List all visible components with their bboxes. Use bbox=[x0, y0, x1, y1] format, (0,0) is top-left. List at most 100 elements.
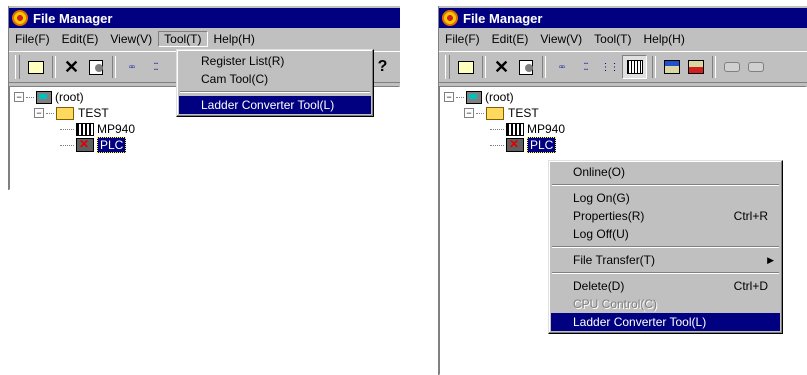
tree-node-test[interactable]: − TEST bbox=[464, 105, 539, 121]
upload-button[interactable] bbox=[684, 56, 707, 78]
menu-item-label: File Transfer(T) bbox=[573, 253, 656, 267]
window-title: File Manager bbox=[33, 10, 113, 26]
toolbar: ✕ ▫▫ ⁚⁚ ⋮⋮ bbox=[439, 51, 807, 83]
open-folder-button[interactable] bbox=[24, 56, 47, 78]
menu-bar: File(F) Edit(E) View(V) Tool(T) Help(H) bbox=[439, 30, 807, 48]
menu-separator bbox=[180, 91, 370, 93]
disabled-tool-icon bbox=[723, 62, 740, 72]
tree-label-mp940: MP940 bbox=[527, 122, 566, 136]
toolbar-separator bbox=[712, 56, 716, 78]
properties-button[interactable] bbox=[84, 56, 107, 78]
menu-file[interactable]: File(F) bbox=[439, 31, 486, 47]
open-folder-icon bbox=[457, 60, 474, 74]
tree-view-button[interactable]: ▫▫ bbox=[550, 56, 573, 78]
toolbar-separator bbox=[52, 56, 56, 78]
menu-item-ladder-converter[interactable]: Ladder Converter Tool(L) bbox=[551, 313, 780, 331]
menu-item-ladder-converter[interactable]: Ladder Converter Tool(L) bbox=[179, 96, 371, 114]
toolbar-grip[interactable] bbox=[445, 55, 450, 79]
menu-edit[interactable]: Edit(E) bbox=[486, 31, 535, 47]
disabled-tool-icon bbox=[747, 62, 764, 72]
toolbar-separator bbox=[652, 56, 656, 78]
menu-help[interactable]: Help(H) bbox=[208, 31, 261, 47]
tree-node-root[interactable]: − (root) bbox=[14, 89, 84, 105]
tree-node-test[interactable]: − TEST bbox=[34, 105, 109, 121]
list-view-icon: ⁚⁚ bbox=[583, 61, 588, 73]
tree-node-plc[interactable]: PLC bbox=[490, 137, 557, 153]
open-folder-button[interactable] bbox=[454, 56, 477, 78]
delete-button[interactable]: ✕ bbox=[60, 56, 83, 78]
help-button[interactable]: ? bbox=[371, 56, 394, 78]
tree-view-icon: ▫▫ bbox=[128, 61, 135, 73]
tree-label-plc: PLC bbox=[97, 137, 127, 153]
upload-icon bbox=[687, 60, 704, 74]
menu-item-file-transfer[interactable]: File Transfer(T) ▶ bbox=[551, 251, 780, 269]
delete-button[interactable]: ✕ bbox=[490, 56, 513, 78]
tree-label-root: (root) bbox=[55, 90, 84, 104]
folder-icon bbox=[486, 106, 504, 120]
collapse-icon[interactable]: − bbox=[444, 92, 454, 102]
file-manager-window-left: File Manager File(F) Edit(E) View(V) Too… bbox=[6, 6, 400, 190]
collapse-icon[interactable]: − bbox=[464, 108, 474, 118]
delete-icon: ✕ bbox=[63, 57, 80, 77]
tree-label-mp940: MP940 bbox=[97, 122, 136, 136]
menu-item-properties[interactable]: Properties(R) Ctrl+R bbox=[551, 207, 780, 225]
menu-item-delete[interactable]: Delete(D) Ctrl+D bbox=[551, 277, 780, 295]
collapse-icon[interactable]: − bbox=[14, 92, 24, 102]
module-icon bbox=[506, 122, 524, 136]
computer-icon bbox=[466, 90, 482, 104]
plc-icon bbox=[506, 137, 524, 152]
menu-help[interactable]: Help(H) bbox=[638, 31, 691, 47]
tree-view-button[interactable]: ▫▫ bbox=[120, 56, 143, 78]
menu-separator bbox=[552, 184, 779, 186]
delete-icon: ✕ bbox=[493, 57, 510, 77]
menu-view[interactable]: View(V) bbox=[534, 31, 588, 47]
properties-icon bbox=[88, 59, 103, 75]
menu-item-log-on[interactable]: Log On(G) bbox=[551, 189, 780, 207]
tree-label-test: TEST bbox=[78, 106, 109, 120]
tree-node-mp940[interactable]: MP940 bbox=[60, 121, 135, 137]
toolbar-separator bbox=[112, 56, 116, 78]
folder-icon bbox=[56, 106, 74, 120]
file-manager-window-right: File Manager File(F) Edit(E) View(V) Too… bbox=[436, 6, 807, 375]
download-button[interactable] bbox=[660, 56, 683, 78]
menu-item-log-off[interactable]: Log Off(U) bbox=[551, 225, 780, 243]
menu-item-cpu-control: CPU Control(C) bbox=[573, 297, 658, 311]
tree-view-icon: ▫▫ bbox=[558, 61, 565, 73]
title-bar[interactable]: File Manager bbox=[9, 8, 400, 28]
menu-edit[interactable]: Edit(E) bbox=[56, 31, 105, 47]
module-icon bbox=[76, 122, 94, 136]
menu-separator bbox=[552, 272, 779, 274]
disabled-tool-button bbox=[720, 56, 743, 78]
toolbar-grip[interactable] bbox=[15, 55, 20, 79]
disabled-tool-button bbox=[744, 56, 767, 78]
tree-node-mp940[interactable]: MP940 bbox=[490, 121, 565, 137]
menu-view[interactable]: View(V) bbox=[104, 31, 158, 47]
list-view-button[interactable]: ⁚⁚ bbox=[144, 56, 167, 78]
table-view-icon bbox=[626, 60, 643, 74]
menu-item-online[interactable]: Online(O) bbox=[551, 163, 780, 181]
list-view-button[interactable]: ⁚⁚ bbox=[574, 56, 597, 78]
menu-tool[interactable]: Tool(T) bbox=[588, 31, 637, 47]
menu-shortcut: Ctrl+D bbox=[733, 279, 768, 293]
title-bar[interactable]: File Manager bbox=[439, 8, 807, 28]
tree-node-plc[interactable]: PLC bbox=[60, 137, 127, 153]
help-icon: ? bbox=[377, 58, 388, 75]
submenu-arrow-icon: ▶ bbox=[767, 254, 774, 265]
computer-icon bbox=[36, 90, 52, 104]
menu-item-register-list[interactable]: Register List(R) bbox=[179, 52, 371, 70]
menu-item-label: Properties(R) bbox=[573, 209, 645, 223]
tree-node-root[interactable]: − (root) bbox=[444, 89, 514, 105]
window-title: File Manager bbox=[463, 10, 543, 26]
menu-shortcut: Ctrl+R bbox=[733, 209, 768, 223]
table-view-button[interactable] bbox=[622, 55, 647, 79]
context-menu: Online(O) Log On(G) Properties(R) Ctrl+R… bbox=[548, 160, 783, 334]
menu-file[interactable]: File(F) bbox=[9, 31, 56, 47]
menu-item-label: Delete(D) bbox=[573, 279, 625, 293]
app-icon bbox=[12, 10, 28, 26]
details-view-button[interactable]: ⋮⋮ bbox=[598, 56, 621, 78]
collapse-icon[interactable]: − bbox=[34, 108, 44, 118]
menu-item-cam-tool[interactable]: Cam Tool(C) bbox=[179, 70, 371, 88]
menu-tool[interactable]: Tool(T) bbox=[158, 31, 208, 47]
properties-button[interactable] bbox=[514, 56, 537, 78]
toolbar-separator bbox=[542, 56, 546, 78]
